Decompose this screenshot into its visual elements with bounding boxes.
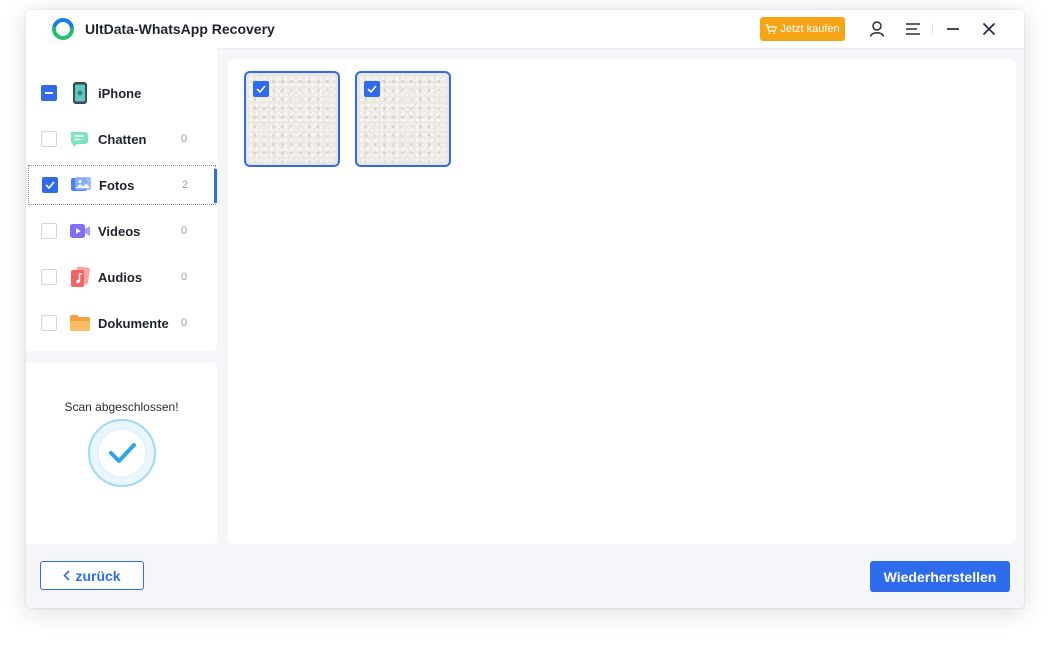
sidebar-item-iphone[interactable]: iPhone — [28, 73, 216, 113]
sidebar-item-fotos[interactable]: Fotos 2 — [28, 165, 217, 205]
sidebar-item-videos[interactable]: Videos 0 — [28, 211, 216, 251]
minimize-icon[interactable] — [943, 19, 963, 39]
app-title: UltData-WhatsApp Recovery — [85, 21, 275, 37]
chat-icon — [70, 132, 88, 147]
account-icon[interactable] — [867, 19, 887, 39]
fotos-checkbox[interactable] — [42, 177, 58, 193]
checkmark-icon — [88, 419, 156, 487]
sidebar-item-count: 2 — [182, 179, 189, 191]
sidebar-item-count: 0 — [181, 133, 188, 145]
restore-button[interactable]: Wiederherstellen — [870, 561, 1010, 592]
back-button[interactable]: zurück — [40, 561, 144, 590]
title-bar: UltData-WhatsApp Recovery Jetzt kaufen — [26, 10, 1024, 49]
audios-checkbox[interactable] — [41, 269, 57, 285]
photo-checkbox[interactable] — [364, 81, 380, 97]
sidebar-item-audios[interactable]: Audios 0 — [28, 257, 216, 297]
sidebar-item-count: 0 — [181, 317, 188, 329]
category-sidebar: iPhone Chatten 0 Fotos 2 Videos 0 Audios… — [26, 48, 217, 351]
sidebar-item-label: Dokumente — [98, 315, 169, 331]
sidebar-item-count: 0 — [181, 271, 188, 283]
sidebar-item-chatten[interactable]: Chatten 0 — [28, 119, 216, 159]
sidebar-item-label: Fotos — [99, 177, 135, 193]
sidebar-item-label: Videos — [98, 223, 141, 239]
folder-icon — [70, 315, 90, 331]
back-label: zurück — [75, 567, 121, 584]
photos-icon — [71, 177, 91, 191]
scan-status-panel: Scan abgeschlossen! — [26, 362, 217, 544]
sidebar-item-dokumente[interactable]: Dokumente 0 — [28, 303, 216, 343]
photo-thumbnail[interactable] — [244, 71, 340, 167]
buy-now-button[interactable]: Jetzt kaufen — [760, 17, 845, 41]
video-icon — [70, 224, 90, 238]
sidebar-item-label: Chatten — [98, 131, 147, 147]
iphone-checkbox[interactable] — [41, 85, 57, 101]
chevron-left-icon — [63, 570, 71, 581]
menu-icon[interactable] — [903, 19, 923, 39]
dokumente-checkbox[interactable] — [41, 315, 57, 331]
app-window: UltData-WhatsApp Recovery Jetzt kaufen i… — [26, 10, 1024, 608]
scan-status-text: Scan abgeschlossen! — [64, 400, 179, 414]
sidebar-item-label: iPhone — [98, 85, 142, 101]
photo-checkbox[interactable] — [253, 81, 269, 97]
cart-icon — [765, 23, 778, 34]
audio-icon — [71, 266, 90, 287]
buy-now-label: Jetzt kaufen — [780, 23, 840, 35]
photo-thumbnail[interactable] — [355, 71, 451, 167]
sidebar-item-count: 0 — [181, 225, 188, 237]
close-icon[interactable] — [979, 19, 999, 39]
sidebar-item-label: Audios — [98, 269, 143, 285]
titlebar-divider — [932, 23, 933, 35]
photo-grid — [228, 59, 1016, 544]
videos-checkbox[interactable] — [41, 223, 57, 239]
chatten-checkbox[interactable] — [41, 131, 57, 147]
app-logo-icon — [52, 18, 74, 40]
iphone-icon — [73, 82, 87, 104]
